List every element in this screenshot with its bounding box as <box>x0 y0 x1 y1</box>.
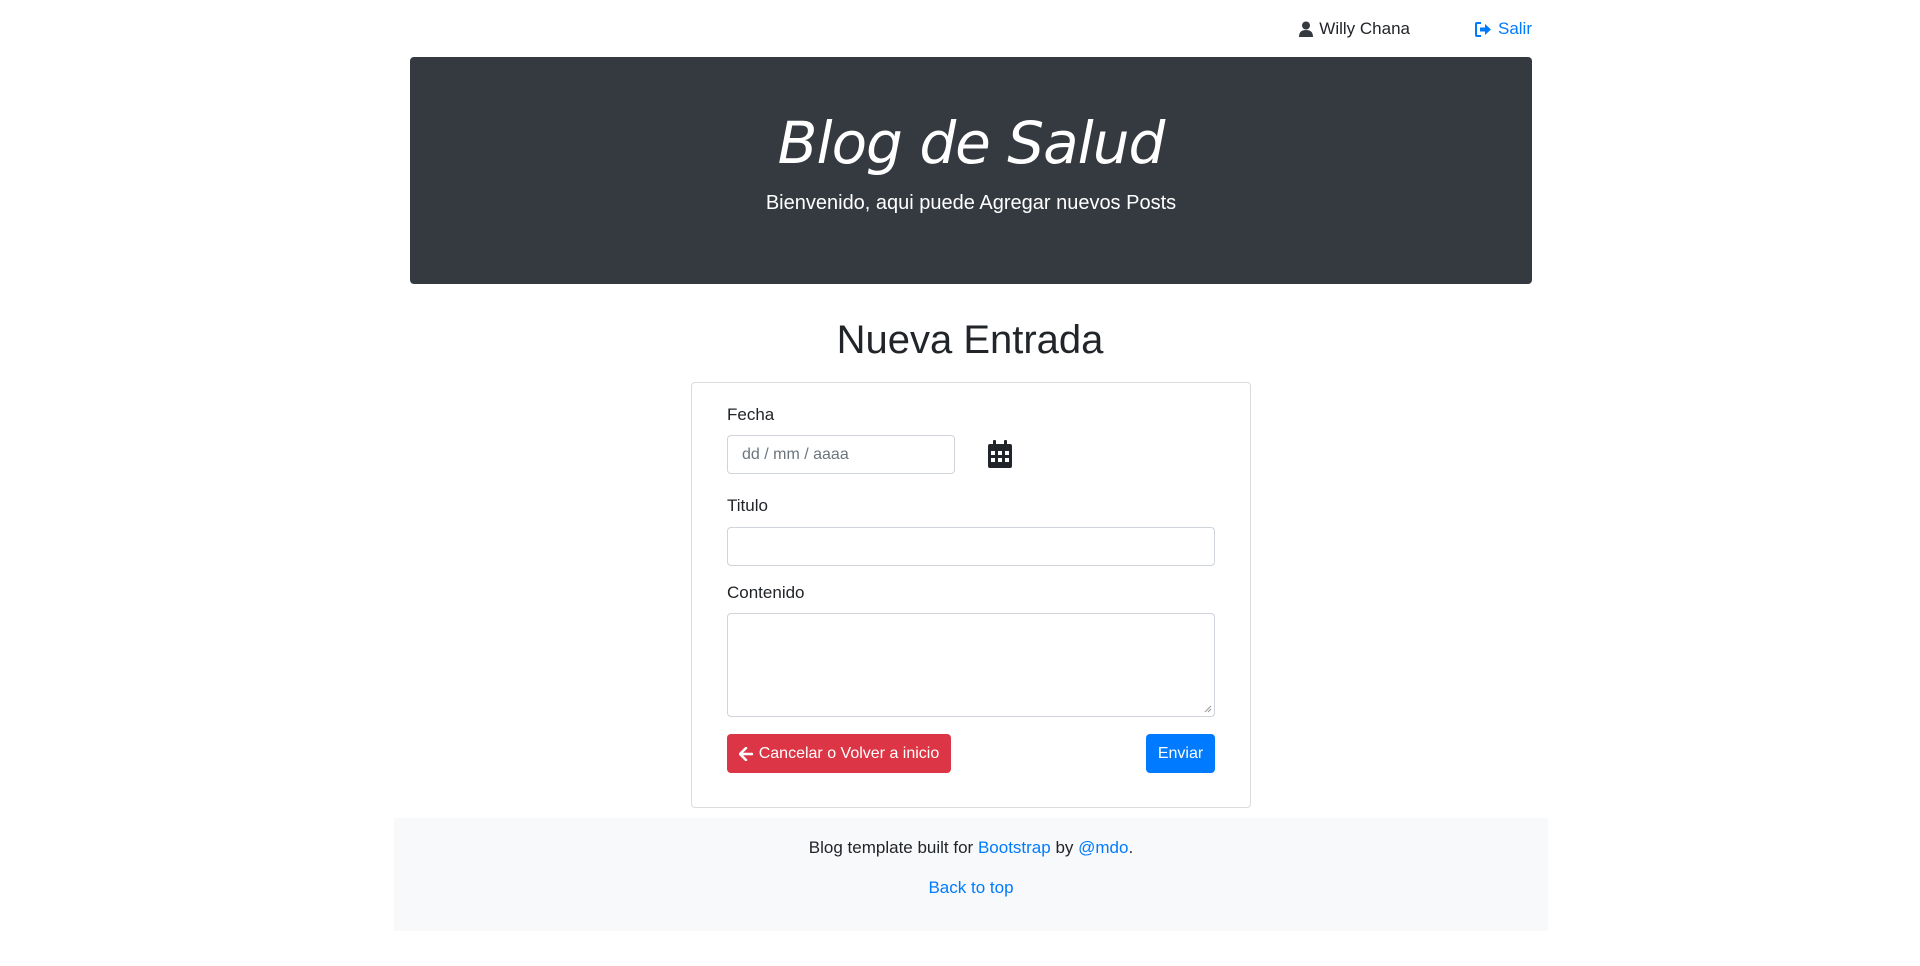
user-info: Willy Chana <box>1299 19 1410 39</box>
mdo-link[interactable]: @mdo <box>1078 838 1128 857</box>
footer: Blog template built for Bootstrap by @md… <box>394 818 1548 931</box>
calendar-icon[interactable] <box>986 439 1014 469</box>
page-title: Nueva Entrada <box>836 318 1104 362</box>
user-name: Willy Chana <box>1319 19 1410 38</box>
submit-button[interactable]: Enviar <box>1146 734 1215 773</box>
footer-text-mid: by <box>1050 838 1079 857</box>
bootstrap-link[interactable]: Bootstrap <box>978 838 1051 857</box>
logout-label: Salir <box>1497 19 1532 38</box>
blog-title: Blog de Salud <box>777 109 1166 177</box>
title-input[interactable] <box>727 527 1215 566</box>
content-label: Contenido <box>727 583 805 602</box>
top-bar: Willy Chana Salir <box>410 0 1532 56</box>
footer-credit: Blog template built for Bootstrap by @md… <box>394 838 1548 858</box>
content-textarea[interactable] <box>727 613 1215 717</box>
title-label: Titulo <box>727 496 768 515</box>
date-label: Fecha <box>727 405 775 424</box>
cancel-label: Cancelar o Volver a inicio <box>758 744 940 762</box>
logout-link[interactable]: Salir <box>1474 19 1532 39</box>
blog-subtitle: Bienvenido, aqui puede Agregar nuevos Po… <box>765 192 1177 214</box>
jumbotron: Blog de Salud Bienvenido, aqui puede Agr… <box>410 57 1532 284</box>
resize-grip-icon[interactable] <box>1202 703 1212 713</box>
sign-out-icon <box>1474 21 1491 37</box>
new-entry-form: Fecha Titulo Contenido Cancelar o Volver… <box>691 382 1251 808</box>
footer-text-before: Blog template built for <box>808 838 978 857</box>
footer-text-after: . <box>1128 838 1134 857</box>
arrow-left-icon <box>738 746 753 761</box>
user-icon <box>1299 21 1314 37</box>
date-input[interactable] <box>727 435 955 474</box>
cancel-button[interactable]: Cancelar o Volver a inicio <box>727 734 951 773</box>
back-to-top-link[interactable]: Back to top <box>928 878 1013 897</box>
